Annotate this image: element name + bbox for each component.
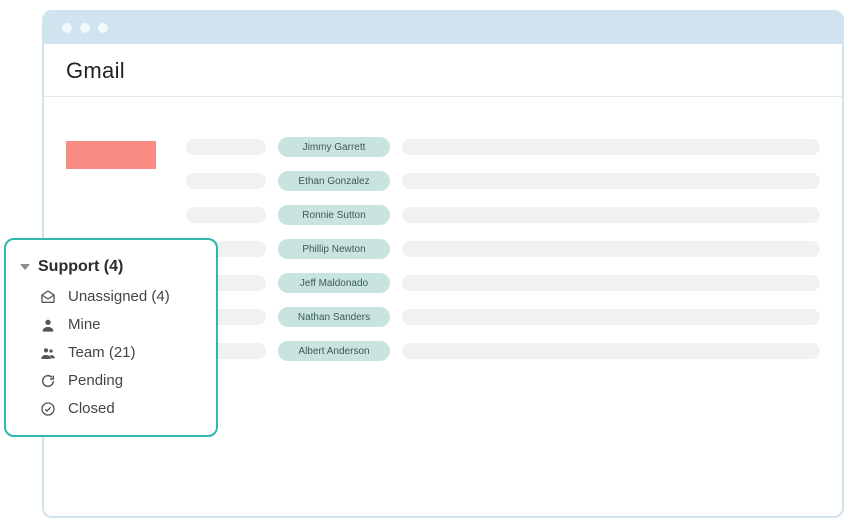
folder-item-unassigned[interactable]: Unassigned (4)	[40, 288, 200, 305]
folder-item-team[interactable]: Team (21)	[40, 344, 200, 361]
refresh-icon	[40, 373, 56, 389]
row-subject-placeholder	[402, 309, 820, 325]
sender-tag[interactable]: Ethan Gonzalez	[278, 171, 390, 191]
app-header: Gmail	[44, 44, 842, 97]
row-meta-placeholder	[186, 173, 266, 189]
row-subject-placeholder	[402, 173, 820, 189]
folder-item-label: Pending	[68, 372, 123, 389]
envelope-open-icon	[40, 289, 56, 305]
folder-list: Unassigned (4) Mine Team (21)	[20, 288, 200, 417]
sender-tag[interactable]: Albert Anderson	[278, 341, 390, 361]
sender-tag[interactable]: Ronnie Sutton	[278, 205, 390, 225]
sender-tag[interactable]: Jimmy Garrett	[278, 137, 390, 157]
email-list: Jimmy Garrett Ethan Gonzalez Ronnie Sutt…	[186, 137, 820, 361]
folder-item-label: Unassigned (4)	[68, 288, 170, 305]
check-circle-icon	[40, 401, 56, 417]
email-row[interactable]: Phillip Newton	[186, 239, 820, 259]
window-titlebar	[44, 12, 842, 44]
folder-item-closed[interactable]: Closed	[40, 400, 200, 417]
row-subject-placeholder	[402, 275, 820, 291]
compose-button[interactable]	[66, 141, 156, 169]
folder-item-label: Mine	[68, 316, 101, 333]
row-subject-placeholder	[402, 207, 820, 223]
email-row[interactable]: Jimmy Garrett	[186, 137, 820, 157]
folder-item-mine[interactable]: Mine	[40, 316, 200, 333]
row-meta-placeholder	[186, 139, 266, 155]
email-row[interactable]: Ronnie Sutton	[186, 205, 820, 225]
sender-tag[interactable]: Phillip Newton	[278, 239, 390, 259]
window-control-dot[interactable]	[62, 23, 72, 33]
email-row[interactable]: Albert Anderson	[186, 341, 820, 361]
sender-tag[interactable]: Jeff Maldonado	[278, 273, 390, 293]
row-subject-placeholder	[402, 139, 820, 155]
folder-item-pending[interactable]: Pending	[40, 372, 200, 389]
popup-title: Support (4)	[38, 258, 123, 276]
row-subject-placeholder	[402, 241, 820, 257]
folder-item-label: Closed	[68, 400, 115, 417]
users-icon	[40, 345, 56, 361]
folder-item-label: Team (21)	[68, 344, 136, 361]
support-folder-popup: Support (4) Unassigned (4) Mine	[4, 238, 218, 437]
email-row[interactable]: Nathan Sanders	[186, 307, 820, 327]
popup-header[interactable]: Support (4)	[20, 258, 200, 276]
window-control-dot[interactable]	[80, 23, 90, 33]
caret-down-icon	[20, 264, 30, 270]
user-icon	[40, 317, 56, 333]
email-row[interactable]: Ethan Gonzalez	[186, 171, 820, 191]
email-row[interactable]: Jeff Maldonado	[186, 273, 820, 293]
app-title: Gmail	[66, 58, 820, 84]
row-meta-placeholder	[186, 207, 266, 223]
sender-tag[interactable]: Nathan Sanders	[278, 307, 390, 327]
row-subject-placeholder	[402, 343, 820, 359]
window-control-dot[interactable]	[98, 23, 108, 33]
